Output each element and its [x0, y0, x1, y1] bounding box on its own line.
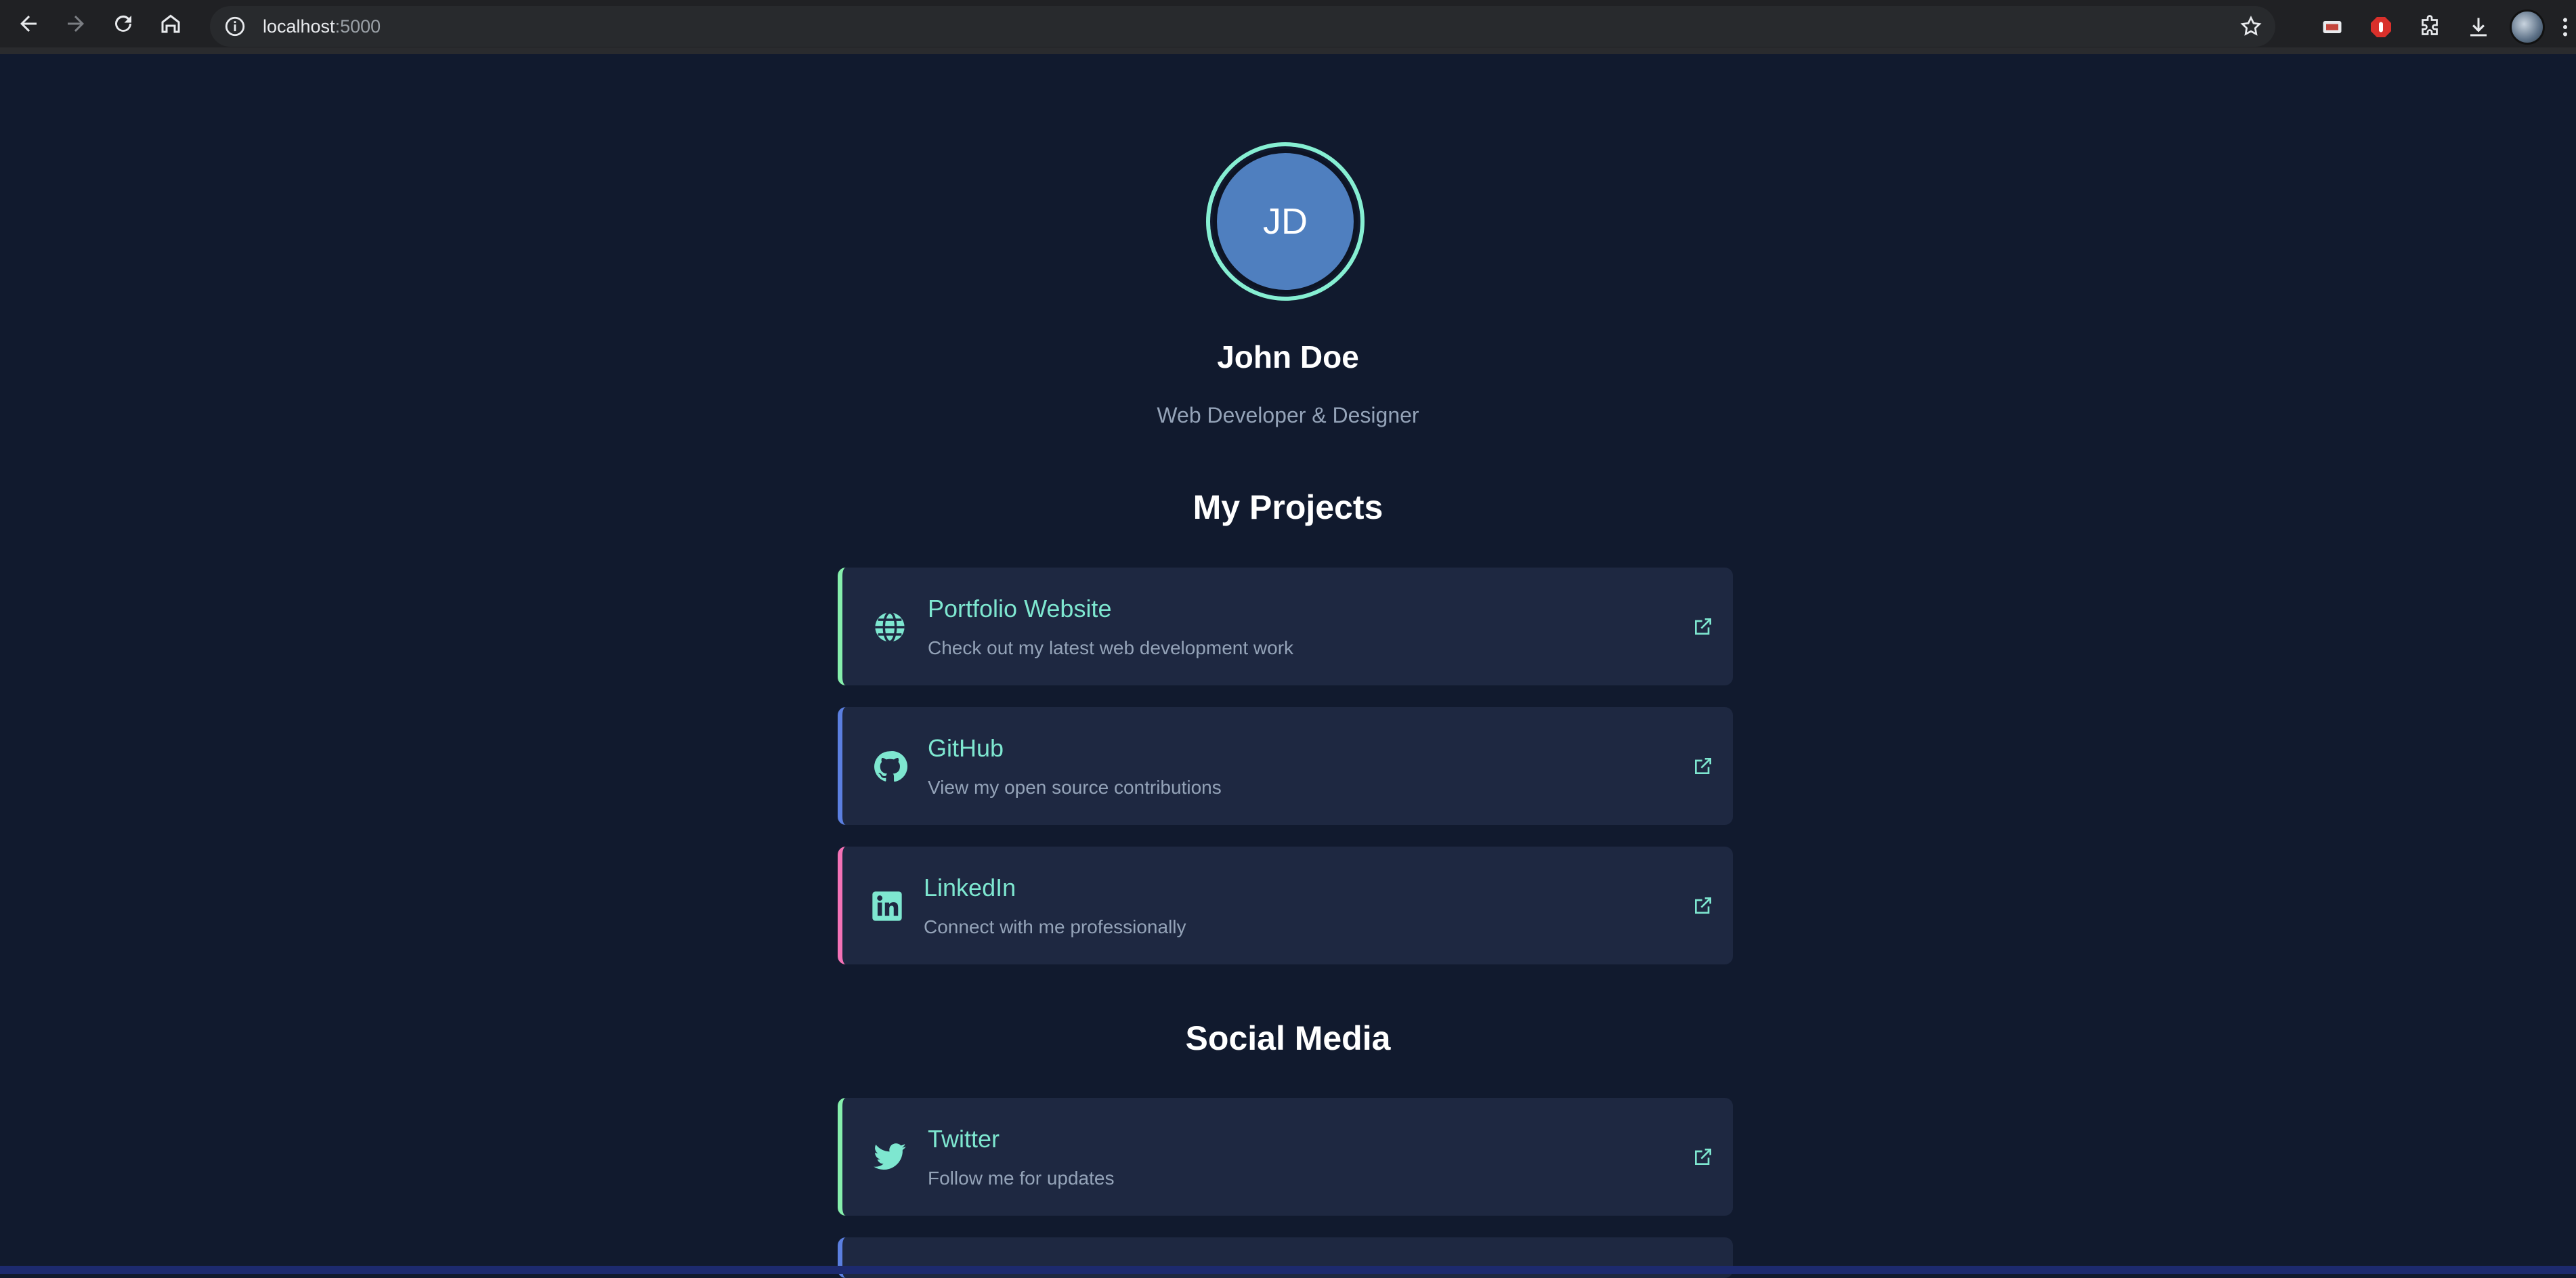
external-link-icon: [1695, 618, 1711, 635]
address-bar[interactable]: localhost:5000: [210, 6, 2275, 47]
forward-button[interactable]: [57, 5, 95, 43]
projects-heading: My Projects: [1193, 488, 1383, 526]
avatar-ring: [1213, 149, 1358, 294]
browser-profile-avatar: [2510, 9, 2545, 45]
home-button[interactable]: [152, 5, 190, 43]
download-icon: [2470, 18, 2487, 37]
project-description: View my open source contributions: [928, 777, 1222, 798]
bookmark-star-icon[interactable]: [2239, 14, 2263, 39]
project-title: Portfolio Website: [928, 595, 1112, 622]
github-icon: [874, 751, 907, 782]
browser-toolbar: localhost:5000: [0, 0, 2576, 54]
cast-icon: [2323, 21, 2342, 33]
social-description: Follow me for updates: [928, 1168, 1115, 1189]
browser-menu-button[interactable]: [2557, 8, 2573, 46]
site-info-icon[interactable]: [223, 15, 246, 38]
downloads-button[interactable]: [2460, 8, 2497, 46]
reload-icon: [115, 15, 131, 32]
extension-adblock-button[interactable]: [2362, 8, 2400, 46]
social-title: Twitter: [928, 1125, 1000, 1153]
extensions-area: [2313, 0, 2576, 54]
project-card-portfolio[interactable]: Portfolio Website Check out my latest we…: [838, 568, 1733, 685]
linkedin-icon: [872, 891, 902, 921]
social-heading: Social Media: [1185, 1019, 1391, 1057]
profile-button[interactable]: [2508, 8, 2546, 46]
profile-name: John Doe: [1217, 339, 1359, 375]
profile-tagline: Web Developer & Designer: [1157, 403, 1419, 427]
project-title: GitHub: [928, 734, 1004, 762]
social-card-twitter[interactable]: Twitter Follow me for updates: [838, 1098, 1733, 1216]
external-link-icon: [1695, 758, 1711, 774]
kebab-menu-icon: [2563, 18, 2567, 37]
stop-hand-icon: [2371, 17, 2391, 37]
arrow-left-icon: [20, 16, 37, 32]
puzzle-icon: [2422, 15, 2438, 35]
twitter-icon: [874, 1143, 906, 1170]
taskbar-strip: [0, 1266, 2576, 1274]
project-card-linkedin[interactable]: LinkedIn Connect with me professionally: [838, 847, 1733, 964]
url-port: :5000: [335, 16, 381, 37]
url-text: localhost:5000: [263, 16, 381, 37]
extension-cast-button[interactable]: [2313, 8, 2351, 46]
project-description: Connect with me professionally: [924, 916, 1186, 937]
extensions-menu-button[interactable]: [2411, 8, 2449, 46]
external-link-icon: [1695, 897, 1711, 914]
arrow-right-icon: [68, 16, 84, 32]
home-icon: [161, 14, 180, 33]
external-link-icon: [1695, 1149, 1711, 1165]
back-button[interactable]: [9, 5, 47, 43]
url-host: localhost: [263, 16, 335, 37]
project-title: LinkedIn: [924, 874, 1016, 901]
globe-icon: [875, 611, 905, 643]
profile-avatar: JD: [1206, 142, 1365, 301]
page-content: JD John Doe Web Developer & Designer My …: [0, 61, 2576, 1278]
project-description: Check out my latest web development work: [928, 637, 1294, 658]
reload-button[interactable]: [104, 5, 142, 43]
project-card-github[interactable]: GitHub View my open source contributions: [838, 707, 1733, 825]
